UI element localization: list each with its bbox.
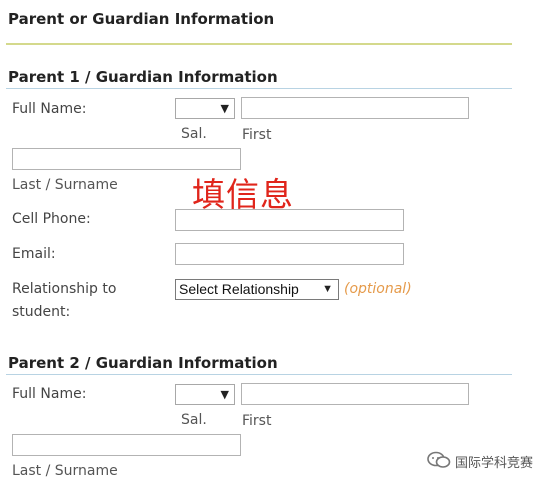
parent1-last-label: Last / Surname	[12, 177, 118, 193]
parent1-relationship-label-line1: Relationship to	[12, 281, 117, 297]
parent2-divider	[6, 374, 512, 375]
parent2-first-name-input[interactable]	[241, 383, 469, 405]
page-title: Parent or Guardian Information	[8, 10, 275, 28]
chevron-down-icon: ▼	[220, 102, 229, 115]
parent2-last-label: Last / Surname	[12, 463, 118, 479]
parent2-full-name-label: Full Name:	[12, 386, 87, 402]
parent2-first-label: First	[242, 413, 272, 429]
parent1-first-name-input[interactable]	[241, 97, 469, 119]
header-divider	[6, 43, 512, 45]
parent1-first-label: First	[242, 127, 272, 143]
parent2-sal-label: Sal.	[181, 412, 207, 428]
parent1-email-input[interactable]	[175, 243, 404, 265]
parent1-email-label: Email:	[12, 246, 56, 262]
parent1-full-name-label: Full Name:	[12, 101, 87, 117]
relationship-select-value: Select Relationship	[179, 281, 299, 297]
optional-hint: (optional)	[344, 281, 412, 297]
parent1-section-title: Parent 1 / Guardian Information	[8, 68, 278, 86]
parent1-cell-phone-input[interactable]	[175, 209, 404, 231]
chevron-down-icon: ▼	[220, 388, 229, 401]
parent2-salutation-select[interactable]: ▼	[175, 384, 235, 405]
parent1-divider	[6, 88, 512, 89]
parent1-sal-label: Sal.	[181, 126, 207, 142]
parent2-section-title: Parent 2 / Guardian Information	[8, 354, 278, 372]
chat-bubbles-icon	[426, 450, 452, 474]
chevron-down-icon: ▼	[322, 283, 333, 295]
parent2-last-name-input[interactable]	[12, 434, 241, 456]
parent1-last-name-input[interactable]	[12, 148, 241, 170]
parent1-relationship-label-line2: student:	[12, 304, 71, 320]
parent1-salutation-select[interactable]: ▼	[175, 98, 235, 119]
watermark-text: 国际学科竞赛	[455, 456, 534, 471]
parent1-cell-phone-label: Cell Phone:	[12, 211, 91, 227]
parent1-relationship-select[interactable]: Select Relationship ▼	[175, 279, 339, 300]
